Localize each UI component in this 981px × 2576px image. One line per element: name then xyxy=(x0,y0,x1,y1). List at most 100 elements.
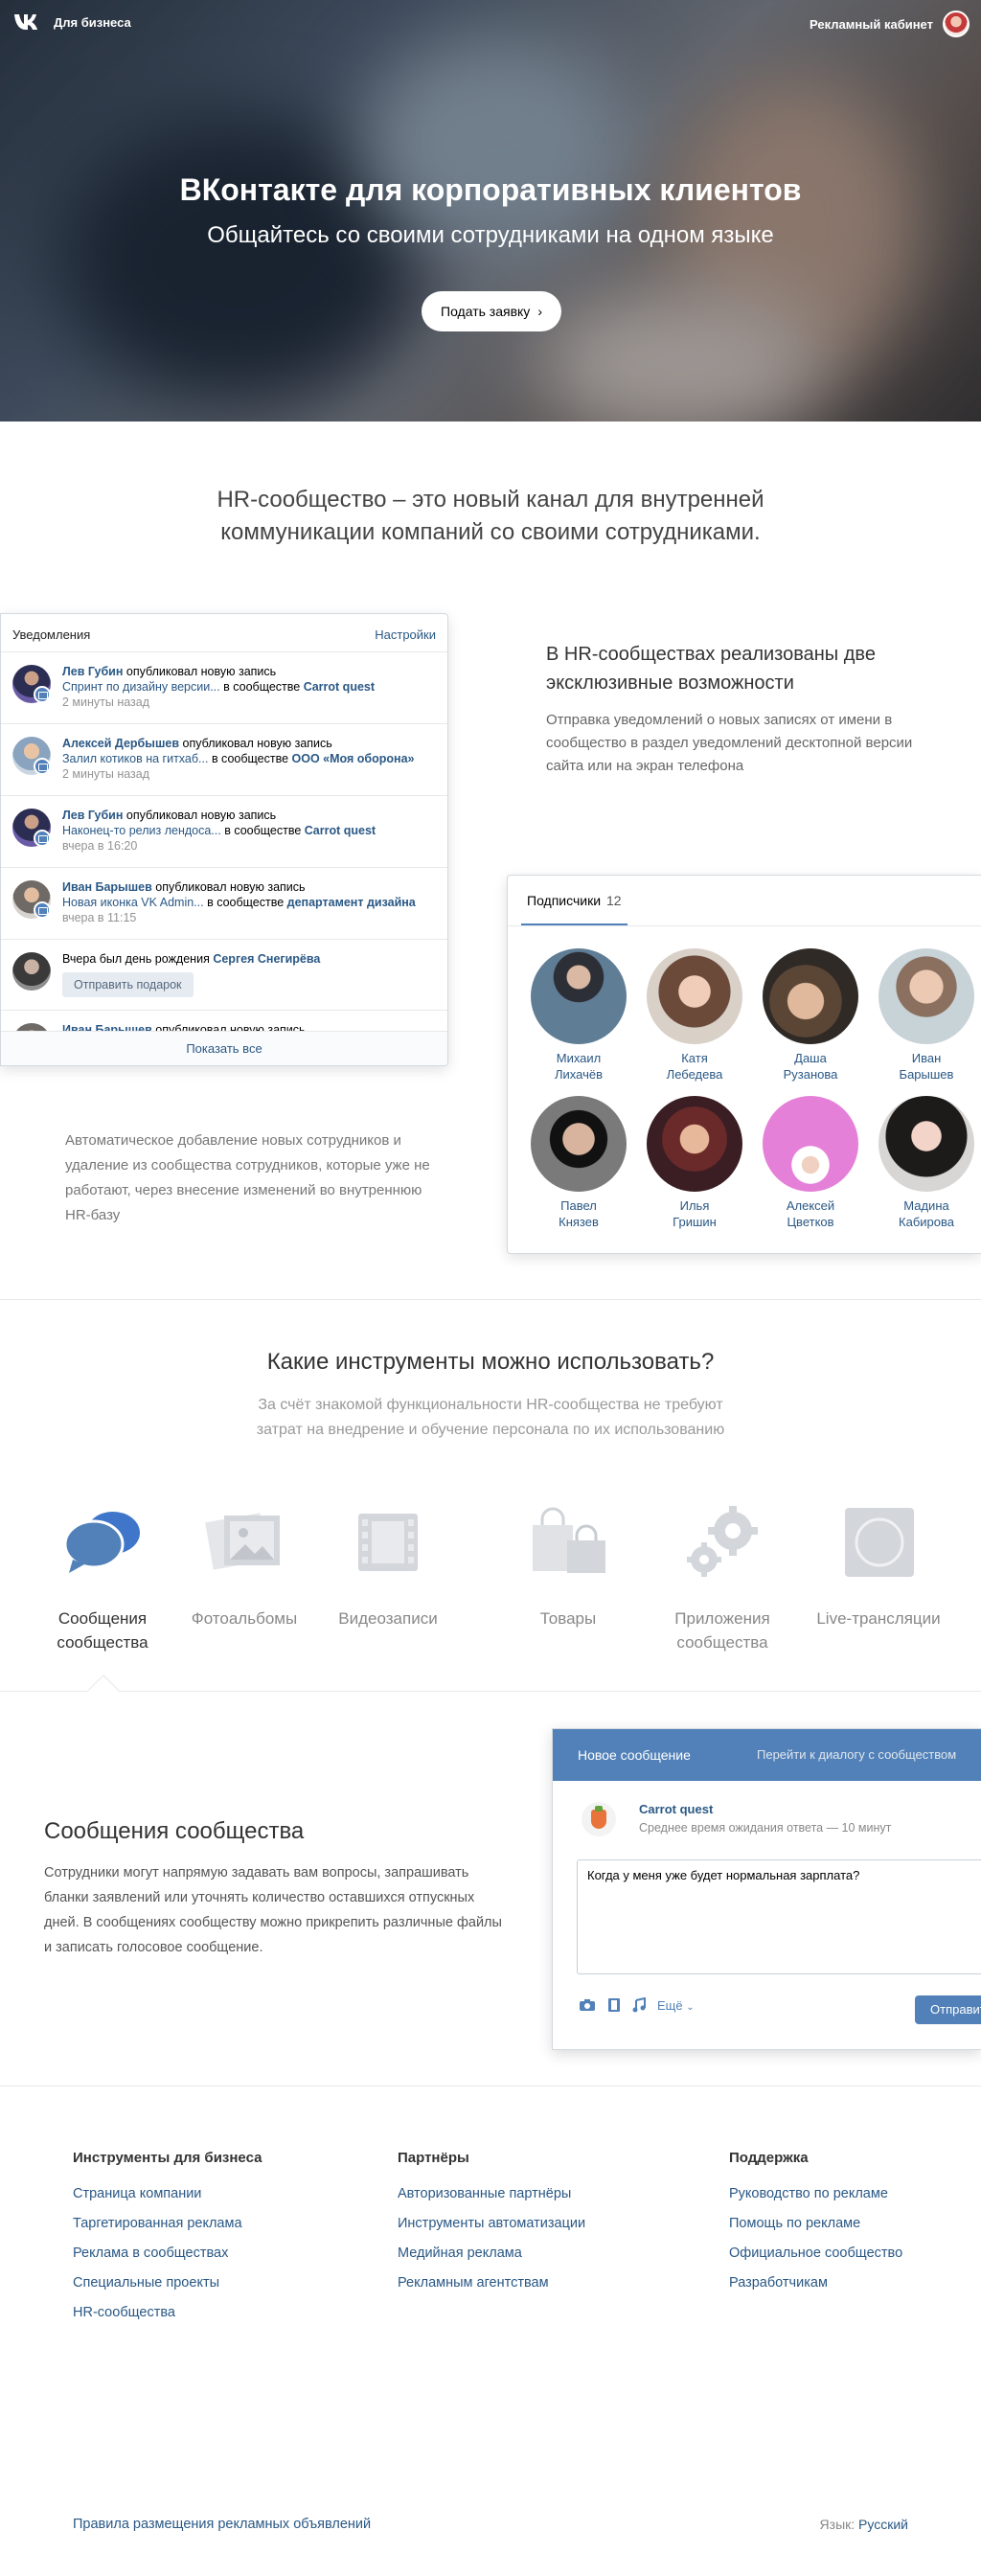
tool-apps[interactable]: Приложения сообщества xyxy=(650,1504,794,1654)
send-button[interactable]: Отправить xyxy=(915,1995,981,2024)
tool-goods[interactable]: Товары xyxy=(496,1504,640,1630)
feature-title: В HR-сообществах реализованы две эксклюз… xyxy=(546,640,929,697)
tool-live[interactable]: Live-трансляции xyxy=(807,1504,950,1630)
notification-item[interactable]: Лев Губин опубликовал новую запись Након… xyxy=(1,796,447,868)
messages-text: Сотрудники могут напрямую задавать вам в… xyxy=(44,1865,502,1955)
tools-sub-line: За счёт знакомой функциональности HR-соо… xyxy=(258,1397,723,1413)
feature-auto-sync: Автоматическое добавление новых сотрудни… xyxy=(65,1132,430,1223)
subscriber-first-name: Михаил xyxy=(556,1051,602,1065)
avatar xyxy=(763,1096,858,1192)
subscriber-card[interactable]: Мадина Кабирова xyxy=(869,1096,981,1230)
community-avatar[interactable] xyxy=(582,1802,616,1836)
subscriber-card[interactable]: Илья Гришин xyxy=(637,1096,752,1230)
footer-col-title: Партнёры xyxy=(398,2150,469,2166)
tool-photos[interactable]: Фотоальбомы xyxy=(172,1504,316,1630)
footer-link[interactable]: Реклама в сообществах xyxy=(73,2239,262,2268)
tab-subscribers[interactable]: Подписчики 12 xyxy=(521,876,627,925)
avatar xyxy=(12,952,51,991)
footer-link[interactable]: Разработчикам xyxy=(729,2268,902,2298)
notification-in: в сообществе xyxy=(207,896,285,909)
notification-item[interactable]: Лев Губин опубликовал новую запись Сприн… xyxy=(1,652,447,724)
footer-link[interactable]: Рекламным агентствам xyxy=(398,2268,585,2298)
notifications-panel: Уведомления Настройки Лев Губин опублико… xyxy=(0,613,448,1066)
camera-icon[interactable] xyxy=(579,1998,596,2012)
tool-label: Фотоальбомы xyxy=(191,1609,298,1628)
community-name[interactable]: Carrot quest xyxy=(639,1802,713,1816)
notification-post[interactable]: Спринт по дизайну версии... xyxy=(62,680,220,694)
subscriber-last-name: Гришин xyxy=(673,1215,717,1229)
notification-community[interactable]: Carrot quest xyxy=(305,824,376,837)
video-attach-icon[interactable] xyxy=(607,1997,621,2013)
notification-community[interactable]: Carrot quest xyxy=(304,680,375,694)
send-gift-button[interactable]: Отправить подарок xyxy=(62,972,194,997)
avatar xyxy=(647,1096,742,1192)
vk-logo-icon[interactable] xyxy=(13,12,42,32)
footer-link[interactable]: Руководство по рекламе xyxy=(729,2179,902,2209)
tool-videos[interactable]: Видеозаписи xyxy=(316,1504,460,1630)
post-badge-icon xyxy=(34,758,51,775)
notification-item[interactable]: Алексей Дербышев опубликовал новую запис… xyxy=(1,724,447,796)
tool-messages[interactable]: Сообщения сообщества xyxy=(31,1504,174,1654)
notification-post[interactable]: Залил котиков на гитхаб... xyxy=(62,752,208,765)
subscriber-card[interactable]: Даша Рузанова xyxy=(753,948,868,1083)
tool-label: Сообщения xyxy=(57,1609,148,1628)
footer-link[interactable]: Инструменты автоматизации xyxy=(398,2209,585,2239)
notification-author[interactable]: Иван Барышев xyxy=(62,880,152,894)
subscriber-card[interactable]: Павел Князев xyxy=(521,1096,636,1230)
birthday-item: Вчера был день рождения Сергея Снегирёва… xyxy=(1,940,447,1011)
apply-button-label: Подать заявку xyxy=(441,304,531,319)
go-to-dialog-link[interactable]: Перейти к диалогу с сообществом xyxy=(757,1747,956,1762)
avatar xyxy=(647,948,742,1044)
subscriber-last-name: Кабирова xyxy=(899,1215,954,1229)
notification-action: опубликовал новую запись xyxy=(182,737,332,750)
more-attachments-button[interactable]: Ещё ⌄ xyxy=(657,1998,695,2013)
footer-col-partners: Партнёры Авторизованные партнёры Инструм… xyxy=(398,2150,585,2298)
business-label[interactable]: Для бизнеса xyxy=(54,15,131,30)
ad-rules-link[interactable]: Правила размещения рекламных объявлений xyxy=(73,2517,371,2532)
language-label: Язык: xyxy=(819,2517,856,2532)
footer-link[interactable]: Медийная реклама xyxy=(398,2239,585,2268)
music-icon[interactable] xyxy=(632,1997,646,2013)
subscriber-card[interactable]: Алексей Цветков xyxy=(753,1096,868,1230)
avatar xyxy=(531,948,627,1044)
show-all-button[interactable]: Показать все xyxy=(1,1031,447,1065)
ad-cabinet-link[interactable]: Рекламный кабинет xyxy=(810,17,933,32)
notification-item[interactable]: Иван Барышев опубликовал новую запись Но… xyxy=(1,868,447,940)
apply-button[interactable]: Подать заявку › xyxy=(422,291,561,331)
language-selector: Язык: Русский xyxy=(820,2517,908,2532)
feature-title-line: эксклюзивные возможности xyxy=(546,672,794,694)
notification-community[interactable]: департамент дизайна xyxy=(287,896,416,909)
subscriber-first-name: Алексей xyxy=(786,1198,835,1213)
footer-link[interactable]: HR-сообщества xyxy=(73,2298,262,2328)
footer-col-title: Поддержка xyxy=(729,2150,809,2166)
tool-label: Товары xyxy=(539,1609,597,1628)
subscriber-card[interactable]: Катя Лебедева xyxy=(637,948,752,1083)
footer-col-support: Поддержка Руководство по рекламе Помощь … xyxy=(729,2150,902,2298)
footer-link[interactable]: Авторизованные партнёры xyxy=(398,2179,585,2209)
footer-link[interactable]: Помощь по рекламе xyxy=(729,2209,902,2239)
footer-link[interactable]: Таргетированная реклама xyxy=(73,2209,262,2239)
subscriber-last-name: Лихачёв xyxy=(554,1067,603,1082)
notification-author[interactable]: Лев Губин xyxy=(62,665,123,678)
avatar xyxy=(531,1096,627,1192)
notifications-settings-link[interactable]: Настройки xyxy=(375,627,436,642)
birthday-name[interactable]: Сергея Снегирёва xyxy=(213,952,320,966)
notification-author[interactable]: Лев Губин xyxy=(62,809,123,822)
notification-post[interactable]: Новая иконка VK Admin... xyxy=(62,896,204,909)
footer-link[interactable]: Официальное сообщество xyxy=(729,2239,902,2268)
footer-link[interactable]: Специальные проекты xyxy=(73,2268,262,2298)
footer-link[interactable]: Страница компании xyxy=(73,2179,262,2209)
language-link[interactable]: Русский xyxy=(858,2517,908,2532)
user-avatar[interactable] xyxy=(943,11,970,37)
top-bar: Для бизнеса Рекламный кабинет xyxy=(0,0,981,48)
tool-label: сообщества xyxy=(676,1633,768,1652)
subscriber-card[interactable]: Иван Барышев xyxy=(869,948,981,1083)
hero-shade xyxy=(0,0,981,422)
subscriber-card[interactable]: Михаил Лихачёв xyxy=(521,948,636,1083)
message-input[interactable]: Когда у меня уже будет нормальная зарпла… xyxy=(577,1859,981,1974)
notification-author[interactable]: Алексей Дербышев xyxy=(62,737,179,750)
notification-community[interactable]: ООО «Моя оборона» xyxy=(292,752,415,765)
notifications-header: Уведомления Настройки xyxy=(1,614,447,652)
notification-post[interactable]: Наконец-то релиз лендоса... xyxy=(62,824,221,837)
active-tool-pointer xyxy=(87,1675,120,1707)
